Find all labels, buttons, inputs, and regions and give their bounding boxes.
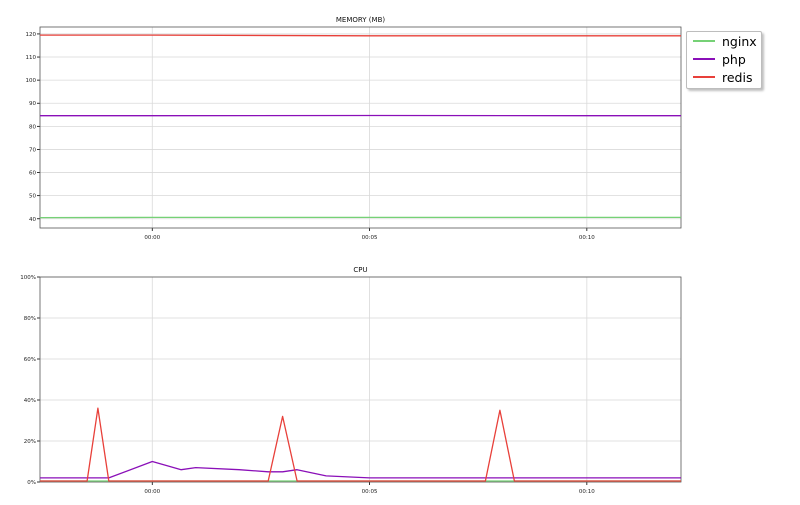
series-line-php [40,460,681,479]
y-tick-label: 0% [27,480,36,486]
y-tick-label: 60% [24,357,36,363]
y-tick-label: 40% [24,398,36,404]
y-tick-label: 120 [26,32,37,38]
chart-legend: nginx php redis [686,31,762,89]
y-tick-label: 20% [24,439,36,445]
y-tick-label: 90 [29,101,36,107]
y-tick-label: 50 [29,194,36,200]
charts-canvas: 40 50 60 70 80 90 100 110 120 00:00 00:05 00:10 MEMO… [20,16,682,495]
plot-frame [39,276,682,483]
y-tick-label: 80 [29,124,36,130]
legend-label-nginx: nginx [722,33,757,49]
x-tick-label: 00:05 [362,489,378,495]
x-tick-label: 00:00 [144,235,160,241]
chart-title: CPU [353,266,367,274]
legend-label-php: php [722,51,746,67]
legend-swatch-redis [693,76,715,78]
legend-item-redis: redis [693,68,752,86]
x-tick-label: 00:05 [362,235,378,241]
y-tick-label: 100% [20,275,36,281]
y-tick-label: 70 [29,147,36,153]
legend-item-nginx: nginx [693,32,757,50]
y-tick-label: 40 [29,217,36,223]
series-line-redis [40,407,681,482]
series-line-redis [40,34,681,37]
legend-item-php: php [693,50,746,68]
y-tick-label: 100 [26,78,37,84]
chart-title: MEMORY (MB) [336,16,386,24]
x-tick-label: 00:00 [144,489,160,495]
y-tick-label: 110 [26,55,37,61]
y-tick-label: 60 [29,171,36,177]
x-tick-label: 00:10 [579,235,595,241]
legend-swatch-nginx [693,40,715,42]
legend-swatch-php [693,58,715,60]
legend-label-redis: redis [722,69,753,85]
y-tick-label: 80% [24,316,36,322]
chart-1: 0% 20% 40% 60% 80% 100% 00:00 00:05 00:10 CPU [20,266,682,495]
chart-0: 40 50 60 70 80 90 100 110 120 00:00 00:05 00:10 MEMO… [26,16,682,241]
x-tick-label: 00:10 [579,489,595,495]
